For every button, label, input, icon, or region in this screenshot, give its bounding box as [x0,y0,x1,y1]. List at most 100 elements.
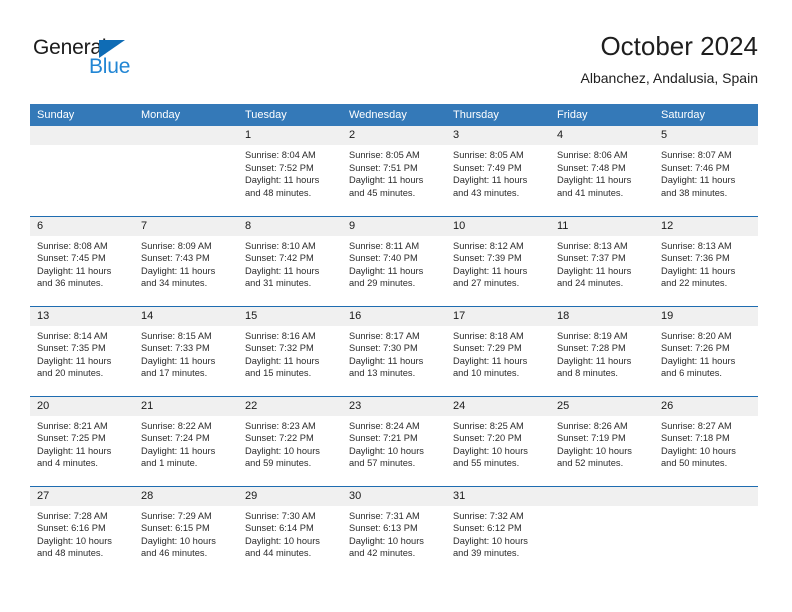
day-sunrise-line: Sunrise: 8:20 AM [661,330,732,341]
day-number: 25 [550,396,654,416]
calendar-day-cell[interactable]: 1 Sunrise: 8:04 AM Sunset: 7:52 PM Daylight… [238,126,342,216]
day-daylight-line: Daylight: 10 hours [349,445,424,456]
calendar-day-cell[interactable]: 22 Sunrise: 8:23 AM Sunset: 7:22 PM Dayligh… [238,395,342,486]
day-sunset-line: Sunset: 7:45 PM [37,253,106,264]
calendar-day-cell[interactable]: 6 Sunrise: 8:08 AM Sunset: 7:45 PM Daylight… [30,215,134,306]
day-daylight-line: Daylight: 11 hours [141,355,216,366]
day-number [30,126,134,145]
calendar-day-cell-empty [654,485,758,576]
calendar-day-cell[interactable]: 28 Sunrise: 7:29 AM Sunset: 6:15 PM Dayligh… [134,485,238,576]
calendar-day-cell[interactable]: 25 Sunrise: 8:26 AM Sunset: 7:19 PM Dayligh… [550,395,654,486]
weekday-header-sunday: Sunday [30,104,134,126]
weekday-header-thursday: Thursday [446,104,550,126]
calendar-day-cell[interactable]: 13 Sunrise: 8:14 AM Sunset: 7:35 PM Dayligh… [30,305,134,396]
day-sunset-line: Sunset: 7:20 PM [453,433,522,444]
calendar-week-row: 13 Sunrise: 8:14 AM Sunset: 7:35 PM Dayligh… [30,305,758,396]
day-sunrise-line: Sunrise: 7:32 AM [453,510,524,521]
calendar-day-cell[interactable]: 4 Sunrise: 8:06 AM Sunset: 7:48 PM Daylight… [550,126,654,216]
calendar-day-cell[interactable]: 8 Sunrise: 8:10 AM Sunset: 7:42 PM Daylight… [238,215,342,306]
calendar-day-cell[interactable]: 21 Sunrise: 8:22 AM Sunset: 7:24 PM Dayligh… [134,395,238,486]
day-sunrise-line: Sunrise: 8:19 AM [557,330,628,341]
day-sunset-line: Sunset: 7:48 PM [557,162,626,173]
weekday-header-tuesday: Tuesday [238,104,342,126]
calendar-day-cell[interactable]: 31 Sunrise: 7:32 AM Sunset: 6:12 PM Dayligh… [446,485,550,576]
day-number [654,486,758,506]
day-number: 27 [30,486,134,506]
day-sun-info: Sunrise: 8:20 AM Sunset: 7:26 PM Daylight:… [654,326,758,380]
calendar-day-cell[interactable]: 7 Sunrise: 8:09 AM Sunset: 7:43 PM Daylight… [134,215,238,306]
day-number: 3 [446,126,550,145]
day-sunset-line: Sunset: 7:18 PM [661,433,730,444]
day-sunrise-line: Sunrise: 8:24 AM [349,420,420,431]
day-sunset-line: Sunset: 7:49 PM [453,162,522,173]
calendar-day-cell[interactable]: 18 Sunrise: 8:19 AM Sunset: 7:28 PM Dayligh… [550,305,654,396]
calendar-week-row: 1 Sunrise: 8:04 AM Sunset: 7:52 PM Daylight… [30,126,758,216]
calendar-day-cell[interactable]: 10 Sunrise: 8:12 AM Sunset: 7:39 PM Dayligh… [446,215,550,306]
calendar-day-cell[interactable]: 26 Sunrise: 8:27 AM Sunset: 7:18 PM Dayligh… [654,395,758,486]
day-daylight-line: and 48 minutes. [245,187,312,198]
calendar-day-cell[interactable]: 29 Sunrise: 7:30 AM Sunset: 6:14 PM Dayligh… [238,485,342,576]
calendar-day-cell[interactable]: 20 Sunrise: 8:21 AM Sunset: 7:25 PM Dayligh… [30,395,134,486]
calendar-day-cell[interactable]: 27 Sunrise: 7:28 AM Sunset: 6:16 PM Dayligh… [30,485,134,576]
day-number: 20 [30,396,134,416]
calendar-day-cell[interactable]: 19 Sunrise: 8:20 AM Sunset: 7:26 PM Dayligh… [654,305,758,396]
day-daylight-line: Daylight: 10 hours [245,535,320,546]
day-sunrise-line: Sunrise: 8:15 AM [141,330,212,341]
day-number: 9 [342,216,446,236]
calendar-day-cell[interactable]: 9 Sunrise: 8:11 AM Sunset: 7:40 PM Daylight… [342,215,446,306]
day-number: 30 [342,486,446,506]
day-daylight-line: Daylight: 11 hours [453,175,528,186]
calendar-day-cell[interactable]: 17 Sunrise: 8:18 AM Sunset: 7:29 PM Dayligh… [446,305,550,396]
day-daylight-line: and 6 minutes. [661,368,722,379]
day-number: 7 [134,216,238,236]
day-daylight-line: Daylight: 10 hours [453,445,528,456]
day-sunset-line: Sunset: 7:35 PM [37,343,106,354]
day-daylight-line: Daylight: 11 hours [661,355,736,366]
calendar-day-cell[interactable]: 12 Sunrise: 8:13 AM Sunset: 7:36 PM Dayligh… [654,215,758,306]
day-daylight-line: and 39 minutes. [453,548,520,559]
day-number: 2 [342,126,446,145]
day-daylight-line: Daylight: 11 hours [141,445,216,456]
calendar-day-cell[interactable]: 30 Sunrise: 7:31 AM Sunset: 6:13 PM Dayligh… [342,485,446,576]
day-sunset-line: Sunset: 7:26 PM [661,343,730,354]
day-daylight-line: Daylight: 11 hours [453,265,528,276]
general-blue-logo: General Blue [33,36,233,86]
day-sunset-line: Sunset: 7:24 PM [141,433,210,444]
day-daylight-line: Daylight: 11 hours [245,355,320,366]
calendar-day-cell[interactable]: 3 Sunrise: 8:05 AM Sunset: 7:49 PM Daylight… [446,126,550,216]
day-sun-info: Sunrise: 7:28 AM Sunset: 6:16 PM Daylight:… [30,506,134,560]
day-sunset-line: Sunset: 6:13 PM [349,523,418,534]
day-number: 12 [654,216,758,236]
day-sunrise-line: Sunrise: 8:22 AM [141,420,212,431]
day-number: 8 [238,216,342,236]
day-daylight-line: Daylight: 11 hours [245,175,320,186]
day-daylight-line: and 8 minutes. [557,368,618,379]
calendar-day-cell[interactable]: 5 Sunrise: 8:07 AM Sunset: 7:46 PM Daylight… [654,126,758,216]
day-number: 5 [654,126,758,145]
day-daylight-line: Daylight: 11 hours [37,355,112,366]
day-sunrise-line: Sunrise: 8:23 AM [245,420,316,431]
calendar-day-cell[interactable]: 2 Sunrise: 8:05 AM Sunset: 7:51 PM Daylight… [342,126,446,216]
day-number [134,126,238,145]
calendar-day-cell[interactable]: 15 Sunrise: 8:16 AM Sunset: 7:32 PM Dayligh… [238,305,342,396]
calendar-day-cell[interactable]: 11 Sunrise: 8:13 AM Sunset: 7:37 PM Dayligh… [550,215,654,306]
day-daylight-line: and 13 minutes. [349,368,416,379]
calendar-day-cell[interactable]: 14 Sunrise: 8:15 AM Sunset: 7:33 PM Dayligh… [134,305,238,396]
day-sun-info: Sunrise: 8:05 AM Sunset: 7:49 PM Daylight:… [446,145,550,199]
day-number: 11 [550,216,654,236]
day-sun-info: Sunrise: 8:21 AM Sunset: 7:25 PM Daylight:… [30,416,134,470]
day-daylight-line: and 17 minutes. [141,368,208,379]
calendar-week-row: 20 Sunrise: 8:21 AM Sunset: 7:25 PM Dayligh… [30,395,758,486]
day-sunset-line: Sunset: 6:15 PM [141,523,210,534]
calendar-day-cell[interactable]: 24 Sunrise: 8:25 AM Sunset: 7:20 PM Dayligh… [446,395,550,486]
day-sun-info: Sunrise: 8:09 AM Sunset: 7:43 PM Daylight:… [134,236,238,290]
day-daylight-line: and 31 minutes. [245,278,312,289]
day-number: 10 [446,216,550,236]
calendar-day-cell[interactable]: 16 Sunrise: 8:17 AM Sunset: 7:30 PM Dayligh… [342,305,446,396]
day-sunset-line: Sunset: 7:52 PM [245,162,314,173]
calendar-body: 1 Sunrise: 8:04 AM Sunset: 7:52 PM Daylight… [30,126,758,576]
day-daylight-line: and 46 minutes. [141,548,208,559]
weekday-header-wednesday: Wednesday [342,104,446,126]
calendar-day-cell[interactable]: 23 Sunrise: 8:24 AM Sunset: 7:21 PM Dayligh… [342,395,446,486]
day-daylight-line: and 22 minutes. [661,278,728,289]
